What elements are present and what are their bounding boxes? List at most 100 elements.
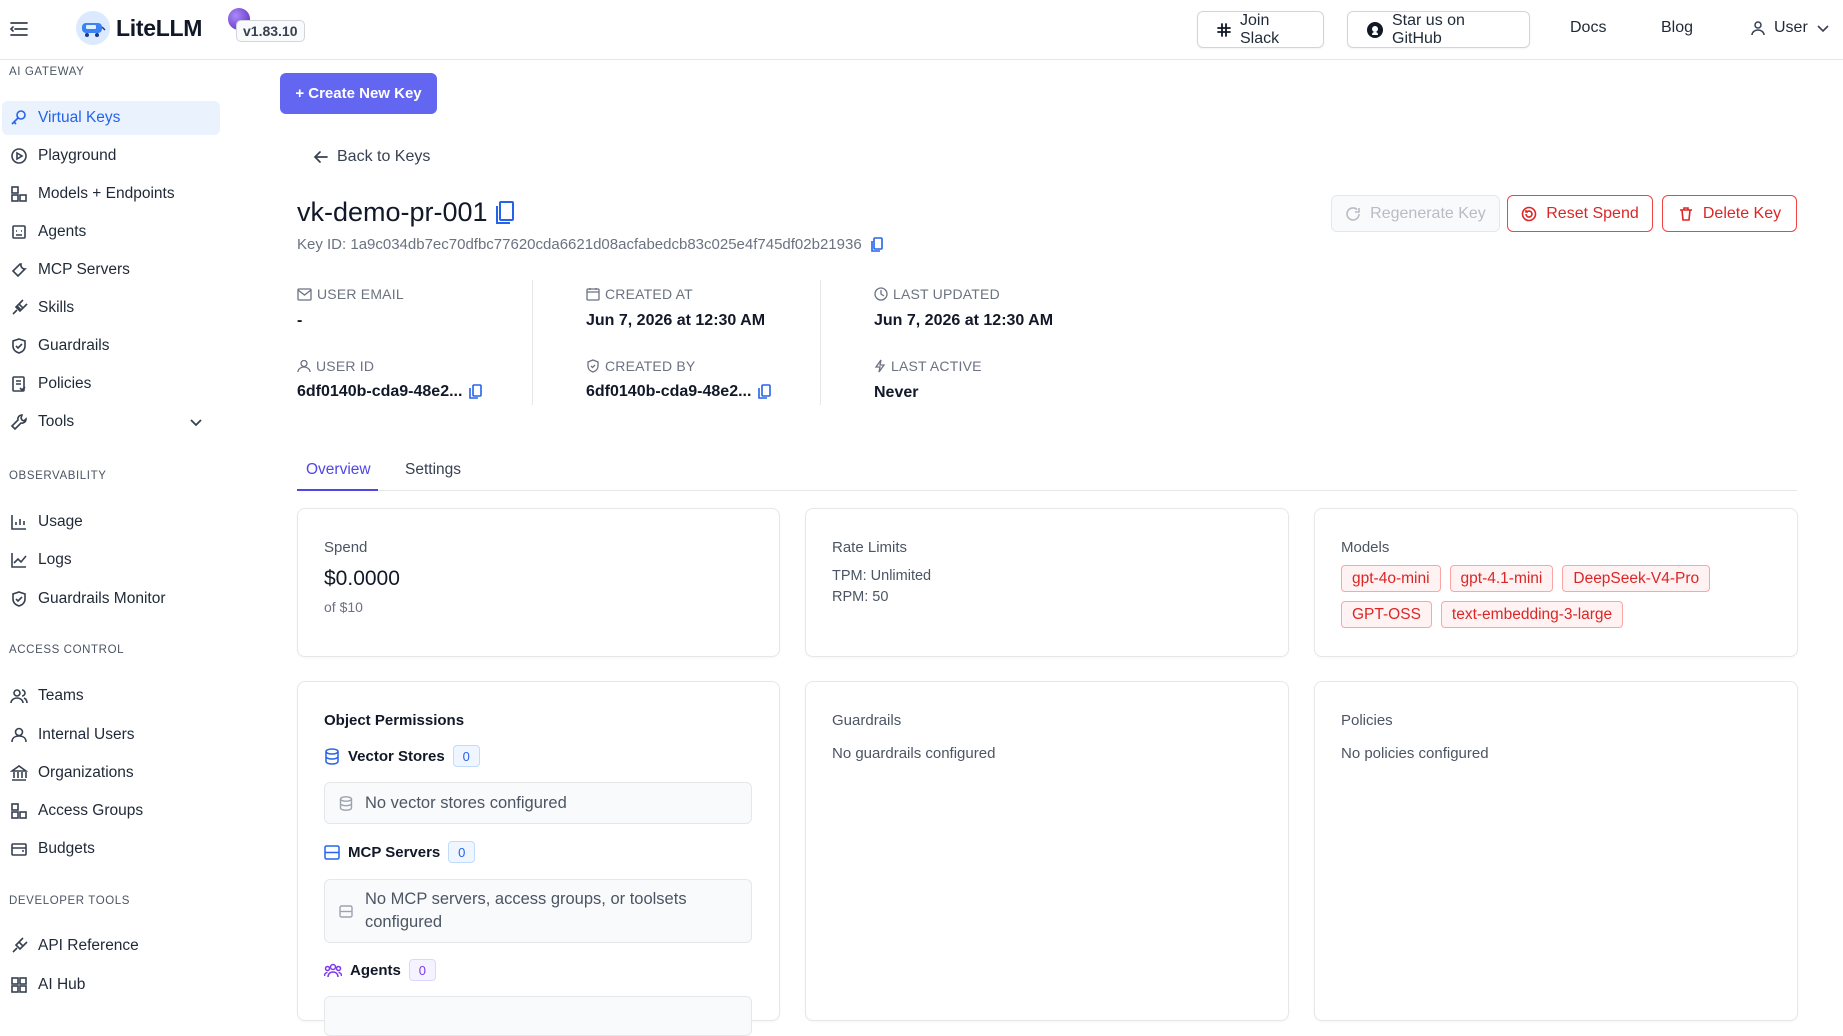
sidebar-item-label: Guardrails Monitor — [38, 590, 166, 607]
sidebar-item-budgets[interactable]: Budgets — [2, 832, 220, 866]
team-icon — [10, 687, 28, 705]
sidebar-item-tools[interactable]: Tools — [2, 405, 220, 439]
tab-overview[interactable]: Overview — [306, 461, 371, 479]
join-slack-button[interactable]: Join Slack — [1197, 11, 1324, 48]
vector-stores-header: Vector Stores 0 — [324, 745, 480, 767]
sidebar-item-models[interactable]: Models + Endpoints — [2, 177, 220, 211]
model-tag: text-embedding-3-large — [1440, 601, 1624, 628]
models-card: Models gpt-4o-mini gpt-4.1-mini DeepSeek… — [1314, 508, 1798, 657]
refresh-icon — [1345, 206, 1361, 222]
reset-spend-button[interactable]: Reset Spend — [1507, 195, 1653, 232]
shield-check-icon — [10, 337, 28, 355]
sidebar-item-label: MCP Servers — [38, 261, 130, 278]
tab-settings[interactable]: Settings — [405, 461, 461, 479]
user-email-label: USER EMAIL — [297, 286, 404, 302]
user-id-value: 6df0140b-cda9-48e2... — [297, 383, 483, 401]
sidebar-item-access-groups[interactable]: Access Groups — [2, 794, 220, 828]
delete-key-button[interactable]: Delete Key — [1662, 195, 1797, 232]
sidebar-item-virtual-keys[interactable]: Virtual Keys — [2, 101, 220, 135]
sidebar-item-playground[interactable]: Playground — [2, 139, 220, 173]
copy-icon[interactable] — [758, 384, 772, 400]
sidebar-item-logs[interactable]: Logs — [2, 543, 220, 577]
regenerate-key-button[interactable]: Regenerate Key — [1331, 195, 1500, 232]
calendar-icon — [586, 287, 600, 301]
created-by-value: 6df0140b-cda9-48e2... — [586, 383, 772, 401]
chevron-down-icon — [1816, 21, 1830, 35]
reset-icon — [1521, 206, 1537, 222]
copy-icon[interactable] — [494, 200, 516, 226]
docs-link[interactable]: Docs — [1570, 19, 1606, 37]
detail-tabs: Overview Settings — [297, 447, 1797, 491]
bar-chart-icon — [10, 513, 28, 531]
sidebar-item-policies[interactable]: Policies — [2, 367, 220, 401]
sidebar-item-guardrails-monitor[interactable]: Guardrails Monitor — [2, 582, 220, 616]
model-tag: gpt-4o-mini — [1341, 565, 1441, 592]
sidebar-item-label: Internal Users — [38, 726, 135, 743]
last-updated-label: LAST UPDATED — [874, 286, 1000, 302]
sidebar-item-api-reference[interactable]: API Reference — [2, 929, 220, 963]
sidebar-item-label: Virtual Keys — [38, 109, 121, 126]
vector-stores-count: 0 — [452, 745, 480, 767]
sidebar-item-label: Skills — [38, 299, 75, 316]
sidebar-item-label: Teams — [38, 687, 84, 704]
section-observability: OBSERVABILITY — [9, 470, 107, 482]
rate-limits-title: Rate Limits — [832, 539, 908, 556]
back-to-keys-link[interactable]: Back to Keys — [313, 148, 430, 166]
created-by-label: CREATED BY — [586, 358, 695, 374]
create-new-key-button[interactable]: + Create New Key — [280, 73, 437, 114]
trash-icon — [1678, 206, 1694, 222]
tool-icon — [10, 261, 28, 279]
object-permissions-card: Object Permissions Vector Stores 0 No ve… — [297, 681, 780, 1036]
rate-limits-card: Rate Limits TPM: Unlimited RPM: 50 — [805, 508, 1289, 657]
mcp-servers-header: MCP Servers 0 — [324, 841, 476, 863]
grid-icon — [10, 976, 28, 994]
spend-title: Spend — [324, 539, 368, 556]
sidebar-item-agents[interactable]: Agents — [2, 215, 220, 249]
user-icon — [10, 726, 28, 744]
app-logo[interactable]: LiteLLM — [76, 11, 202, 45]
sidebar-item-teams[interactable]: Teams — [2, 679, 220, 713]
blog-link[interactable]: Blog — [1661, 19, 1693, 37]
sidebar-item-guardrails[interactable]: Guardrails — [2, 329, 220, 363]
section-access-control: ACCESS CONTROL — [9, 644, 125, 656]
menu-toggle-icon[interactable] — [8, 18, 30, 40]
sidebar-item-mcp-servers[interactable]: MCP Servers — [2, 253, 220, 287]
sidebar-item-organizations[interactable]: Organizations — [2, 756, 220, 790]
sidebar: AI GATEWAY Virtual Keys Playground Model… — [0, 61, 224, 1011]
last-active-value: Never — [874, 384, 919, 401]
slack-icon — [1216, 22, 1232, 38]
guardrails-title: Guardrails — [832, 712, 902, 729]
mail-icon — [297, 287, 312, 301]
user-menu[interactable]: User — [1750, 19, 1830, 37]
meta-column-created: CREATED AT Jun 7, 2026 at 12:30 AM CREAT… — [532, 280, 820, 405]
sidebar-item-label: Access Groups — [38, 802, 144, 819]
blocks-icon — [10, 185, 28, 203]
version-label: v1.83.10 — [236, 20, 305, 42]
sidebar-item-internal-users[interactable]: Internal Users — [2, 718, 220, 752]
sidebar-item-ai-hub[interactable]: AI Hub — [2, 968, 220, 1002]
user-id-label: USER ID — [297, 358, 374, 374]
last-updated-value: Jun 7, 2026 at 12:30 AM — [874, 312, 1054, 329]
key-id-text: Key ID: 1a9c034db7ec70dfbc77620cda6621d0… — [297, 236, 862, 253]
spend-value: $0.0000 — [324, 567, 400, 590]
user-icon — [1750, 20, 1766, 36]
blocks-icon — [10, 802, 28, 820]
regenerate-label: Regenerate Key — [1370, 204, 1486, 222]
sidebar-item-usage[interactable]: Usage — [2, 505, 220, 539]
robot-icon — [10, 223, 28, 241]
guardrails-card: Guardrails No guardrails configured — [805, 681, 1289, 1021]
spend-budget: of $10 — [324, 599, 363, 615]
copy-icon[interactable] — [870, 236, 884, 253]
star-github-button[interactable]: Star us on GitHub — [1347, 11, 1530, 48]
rpm-value: RPM: 50 — [832, 589, 889, 605]
users-group-icon — [324, 963, 342, 978]
key-icon — [10, 109, 28, 127]
object-permissions-title: Object Permissions — [324, 712, 465, 729]
agents-empty — [324, 996, 752, 1036]
sidebar-item-skills[interactable]: Skills — [2, 291, 220, 325]
sidebar-item-label: Guardrails — [38, 337, 110, 354]
copy-icon[interactable] — [469, 384, 483, 400]
lightning-icon — [874, 359, 886, 373]
models-title: Models — [1341, 539, 1390, 556]
chevron-down-icon[interactable] — [188, 414, 204, 430]
